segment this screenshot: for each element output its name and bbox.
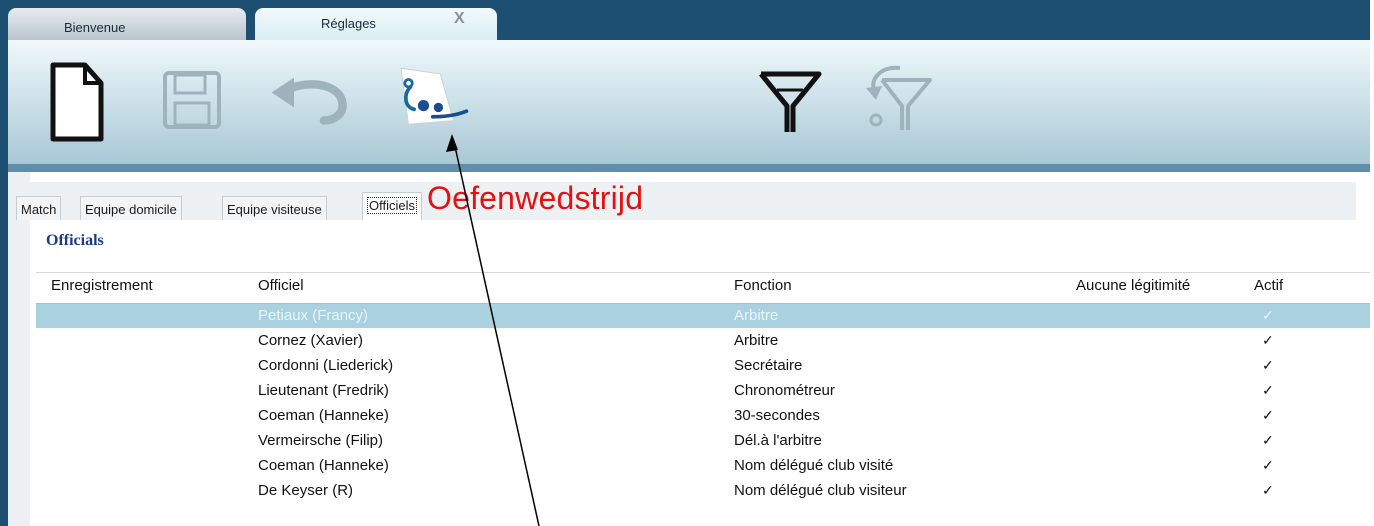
table-row[interactable]: Cornez (Xavier) Arbitre ✓ (36, 329, 1370, 353)
toolbar (8, 40, 1370, 172)
column-header-officiel[interactable]: Officiel (258, 277, 304, 294)
undo-button[interactable] (266, 50, 350, 150)
cell-actif-check[interactable]: ✓ (1262, 407, 1274, 424)
subtab-bar: Match Equipe domicile Equipe visiteuse O… (16, 182, 1356, 220)
table-row[interactable]: Lieutenant (Fredrik) Chronométreur ✓ (36, 379, 1370, 403)
cell-actif-check[interactable]: ✓ (1262, 482, 1274, 499)
cell-fonction: Nom délégué club visiteur (734, 482, 907, 499)
subtab-equipe-domicile[interactable]: Equipe domicile (80, 196, 182, 220)
cell-officiel: Lieutenant (Fredrik) (258, 382, 389, 399)
cell-officiel: Vermeirsche (Filip) (258, 432, 384, 449)
filter-icon (759, 71, 822, 132)
cell-officiel: Cordonni (Liederick) (258, 357, 394, 374)
cell-actif-check[interactable]: ✓ (1262, 357, 1274, 374)
tab-bienvenue[interactable]: Bienvenue (8, 8, 246, 40)
table-row[interactable]: Coeman (Hanneke) 30-secondes ✓ (36, 404, 1370, 428)
column-header-enregistrement[interactable]: Enregistrement (51, 277, 153, 294)
table-row[interactable]: Coeman (Hanneke) Nom délégué club visité… (36, 454, 1370, 478)
subtab-officiels-label: Officiels (367, 197, 417, 214)
cell-actif-check[interactable]: ✓ (1262, 432, 1274, 449)
cell-officiel: Cornez (Xavier) (258, 332, 364, 349)
column-header-actif[interactable]: Actif (1254, 277, 1283, 294)
overlay-annotation-text: Oefenwedstrijd (427, 180, 644, 216)
subtab-officiels[interactable]: Officiels (362, 192, 422, 220)
cell-officiel: Coeman (Hanneke) (258, 457, 389, 474)
column-header-aucune-legitimite[interactable]: Aucune légitimité (1076, 277, 1190, 294)
window-tab-bar: Bienvenue Réglages X (8, 8, 1370, 42)
filter-button[interactable] (748, 50, 832, 150)
cell-officiel: Coeman (Hanneke) (258, 407, 389, 424)
subtab-match[interactable]: Match (16, 196, 62, 220)
cell-fonction: Arbitre (734, 307, 779, 324)
cell-actif-check[interactable]: ✓ (1262, 457, 1274, 474)
section-title: Officials (46, 232, 104, 249)
tab-reglages[interactable]: Réglages X (255, 8, 497, 42)
tab-close-icon[interactable]: X (454, 10, 465, 28)
table-row[interactable]: Cordonni (Liederick) Secrétaire ✓ (36, 354, 1370, 378)
clear-filter-icon (866, 65, 932, 130)
clear-filter-button[interactable] (858, 50, 942, 150)
subtab-equipe-visiteuse[interactable]: Equipe visiteuse (222, 196, 327, 220)
new-document-button[interactable] (34, 50, 118, 150)
table-row[interactable]: Petiaux (Francy) Arbitre ✓ (36, 304, 1370, 328)
save-button[interactable] (150, 50, 234, 150)
undo-icon (271, 77, 347, 125)
officials-table: Enregistrement Officiel Fonction Aucune … (36, 272, 1370, 526)
cell-officiel: De Keyser (R) (258, 482, 354, 499)
column-header-fonction[interactable]: Fonction (734, 277, 792, 294)
tab-bienvenue-label: Bienvenue (64, 20, 126, 35)
tab-reglages-label: Réglages (321, 16, 376, 31)
cell-actif-check[interactable]: ✓ (1262, 307, 1274, 324)
cell-fonction: Nom délégué club visité (734, 457, 894, 474)
table-row[interactable]: De Keyser (R) Nom délégué club visiteur … (36, 479, 1370, 503)
handball-referee-button[interactable] (388, 50, 472, 150)
cell-fonction: Chronométreur (734, 382, 835, 399)
cell-officiel: Petiaux (Francy) (258, 307, 369, 324)
cell-fonction: Arbitre (734, 332, 779, 349)
save-icon (163, 71, 221, 129)
table-header: Enregistrement Officiel Fonction Aucune … (36, 272, 1370, 304)
handball-referee-icon (400, 67, 469, 125)
new-document-icon (50, 62, 104, 142)
cell-actif-check[interactable]: ✓ (1262, 332, 1274, 349)
cell-actif-check[interactable]: ✓ (1262, 382, 1274, 399)
cell-fonction: Secrétaire (734, 357, 803, 374)
cell-fonction: 30-secondes (734, 407, 820, 424)
table-row[interactable]: Vermeirsche (Filip) Dél.à l'arbitre ✓ (36, 429, 1370, 453)
cell-fonction: Dél.à l'arbitre (734, 432, 822, 449)
